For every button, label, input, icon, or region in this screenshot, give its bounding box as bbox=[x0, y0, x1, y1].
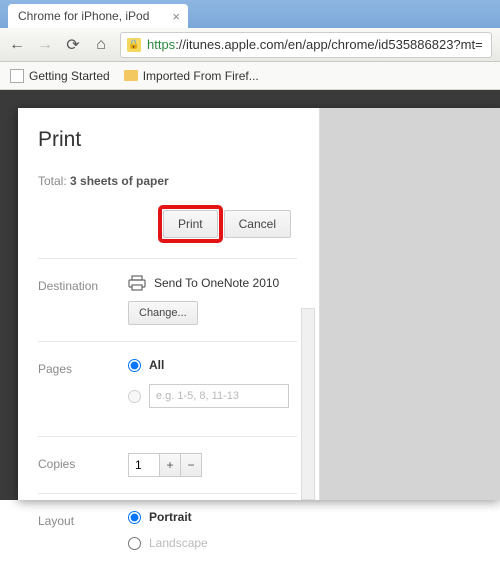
bookmark-label: Getting Started bbox=[29, 69, 110, 83]
url-rest: ://itunes.apple.com/en/app/chrome/id5358… bbox=[175, 37, 483, 52]
action-buttons: Print Cancel bbox=[38, 210, 319, 238]
layout-landscape-option[interactable]: Landscape bbox=[128, 536, 297, 550]
pages-all-option[interactable]: All bbox=[128, 358, 297, 372]
pages-label: Pages bbox=[38, 358, 128, 420]
destination-label: Destination bbox=[38, 275, 128, 325]
lock-icon: 🔒 bbox=[127, 38, 141, 52]
cancel-button[interactable]: Cancel bbox=[224, 210, 291, 238]
destination-value-line: Send To OneNote 2010 bbox=[128, 275, 297, 291]
copies-decrement-button[interactable]: − bbox=[180, 453, 202, 477]
destination-row: Destination Send To OneNote 2010 Change.… bbox=[38, 259, 319, 341]
content-area: Print Total: 3 sheets of paper Print Can… bbox=[0, 90, 500, 500]
reload-icon[interactable]: ⟳ bbox=[64, 35, 82, 55]
print-preview-pane bbox=[320, 108, 500, 500]
copies-label: Copies bbox=[38, 453, 128, 477]
back-icon[interactable]: ← bbox=[8, 36, 26, 54]
browser-toolbar: ← → ⟳ ⌂ 🔒 https://itunes.apple.com/en/ap… bbox=[0, 28, 500, 62]
pages-range-option[interactable] bbox=[128, 384, 297, 408]
layout-portrait-option[interactable]: Portrait bbox=[128, 510, 297, 524]
forward-icon: → bbox=[36, 36, 54, 54]
pages-range-radio[interactable] bbox=[128, 390, 141, 403]
browser-tab[interactable]: Chrome for iPhone, iPod × bbox=[8, 4, 188, 28]
copies-row: Copies + − bbox=[38, 437, 319, 493]
total-value: 3 sheets of paper bbox=[70, 174, 169, 188]
print-title: Print bbox=[38, 128, 319, 152]
bookmark-getting-started[interactable]: Getting Started bbox=[10, 69, 110, 83]
layout-landscape-radio[interactable] bbox=[128, 537, 141, 550]
layout-row: Layout Portrait Landscape bbox=[38, 494, 319, 578]
tab-title: Chrome for iPhone, iPod bbox=[18, 9, 149, 23]
print-settings-panel: Print Total: 3 sheets of paper Print Can… bbox=[18, 108, 320, 500]
layout-portrait-radio[interactable] bbox=[128, 511, 141, 524]
layout-portrait-label: Portrait bbox=[149, 510, 192, 524]
bookmark-bar: Getting Started Imported From Firef... bbox=[0, 62, 500, 90]
bookmark-imported[interactable]: Imported From Firef... bbox=[124, 69, 259, 83]
url-scheme: https bbox=[147, 37, 175, 52]
url-bar[interactable]: 🔒 https://itunes.apple.com/en/app/chrome… bbox=[120, 32, 492, 58]
tab-bar: Chrome for iPhone, iPod × bbox=[0, 0, 500, 28]
layout-label: Layout bbox=[38, 510, 128, 562]
tab-close-icon[interactable]: × bbox=[172, 9, 180, 24]
copies-increment-button[interactable]: + bbox=[159, 453, 181, 477]
change-destination-button[interactable]: Change... bbox=[128, 301, 198, 325]
home-icon[interactable]: ⌂ bbox=[92, 36, 110, 54]
page-icon bbox=[10, 69, 24, 83]
copies-input[interactable] bbox=[128, 453, 160, 477]
total-prefix: Total: bbox=[38, 174, 70, 188]
vertical-scrollbar[interactable] bbox=[301, 308, 315, 500]
print-button[interactable]: Print bbox=[163, 210, 218, 238]
print-button-highlight: Print bbox=[163, 210, 218, 238]
bookmark-label: Imported From Firef... bbox=[143, 69, 259, 83]
layout-landscape-label: Landscape bbox=[149, 536, 208, 550]
destination-value: Send To OneNote 2010 bbox=[154, 276, 279, 290]
pages-range-input[interactable] bbox=[149, 384, 289, 408]
print-dialog: Print Total: 3 sheets of paper Print Can… bbox=[18, 108, 500, 500]
print-total: Total: 3 sheets of paper bbox=[38, 174, 319, 188]
folder-icon bbox=[124, 70, 138, 81]
pages-row: Pages All bbox=[38, 342, 319, 436]
pages-all-label: All bbox=[149, 358, 164, 372]
printer-icon bbox=[128, 275, 146, 291]
pages-all-radio[interactable] bbox=[128, 359, 141, 372]
